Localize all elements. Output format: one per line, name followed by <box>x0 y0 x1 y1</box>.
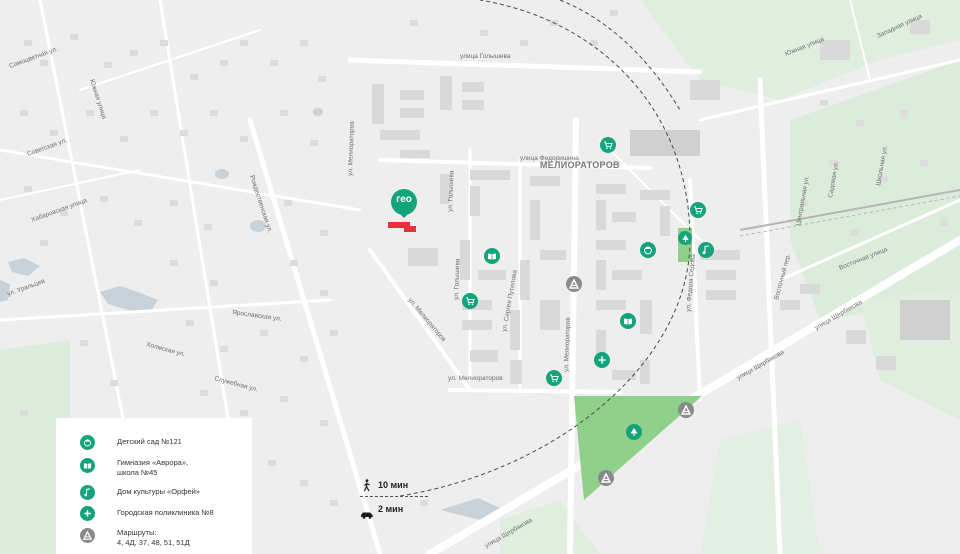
legend-item-culture: Дом культуры «Орфей» <box>80 485 200 500</box>
book-icon <box>80 458 95 473</box>
legend-panel: Детский сад №121 Гимназия «Аврора», школ… <box>56 418 252 554</box>
walk-icon <box>362 479 372 497</box>
bus-stop-icon[interactable] <box>598 470 614 486</box>
music-note-icon <box>80 485 95 500</box>
car-time-label: 2 мин <box>378 504 404 514</box>
walk-time-label: 10 мин <box>378 480 409 490</box>
music-note-icon[interactable] <box>698 242 714 258</box>
cross-icon[interactable] <box>594 352 610 368</box>
legend-label: Дом культуры «Орфей» <box>117 487 200 496</box>
street-label: Служебная ул. <box>213 374 258 393</box>
shopping-cart-icon[interactable] <box>600 137 616 153</box>
cross-icon <box>80 506 95 521</box>
tree-icon[interactable] <box>626 424 642 440</box>
street-label: Ярославская ул. <box>232 309 283 323</box>
car-time-row: 2 мин <box>360 504 404 519</box>
bus-stop-icon[interactable] <box>678 402 694 418</box>
project-location-pin[interactable]: гео <box>386 188 422 232</box>
travel-time-panel: 10 мин 2 мин <box>360 478 430 520</box>
legend-label: Гимназия «Аврора», школа №45 <box>117 458 189 477</box>
map-canvas[interactable]: улица Голышева улица Федоришина ул. Голы… <box>0 0 960 554</box>
book-icon[interactable] <box>620 313 636 329</box>
street-label: Советская ул. <box>26 137 68 158</box>
legend-item-kindergarten: Детский сад №121 <box>80 435 182 450</box>
legend-item-clinic: Городская поликлиника №8 <box>80 506 214 521</box>
legend-label: Маршруты: 4, 4Д, 37, 48, 51, 51Д <box>117 528 190 547</box>
street-label: ул. Голышева <box>453 258 461 300</box>
book-icon[interactable] <box>484 248 500 264</box>
car-icon <box>360 506 374 524</box>
street-label: ул. Мелиораторов <box>406 297 447 344</box>
kindergarten-icon <box>80 435 95 450</box>
shopping-cart-icon[interactable] <box>462 293 478 309</box>
street-label: ул. Мелиораторов <box>448 375 503 382</box>
geo-logo-text: гео <box>396 194 412 205</box>
legend-label: Городская поликлиника №8 <box>117 508 214 517</box>
bus-stop-icon <box>80 528 95 543</box>
legend-label: Детский сад №121 <box>117 437 182 446</box>
street-label: ул. Голышева <box>447 170 455 212</box>
street-label: ул. Мелиораторов <box>347 121 356 176</box>
street-label: Холмская ул. <box>145 341 186 358</box>
district-label: МЕЛИОРАТОРОВ <box>540 160 620 170</box>
shopping-cart-icon[interactable] <box>690 202 706 218</box>
walk-time-row: 10 мин <box>360 479 409 492</box>
bus-stop-icon[interactable] <box>566 276 582 292</box>
street-label: ул. Уральцев <box>6 278 46 298</box>
street-label: улица Голышева <box>460 53 511 60</box>
kindergarten-icon[interactable] <box>640 242 656 258</box>
legend-item-school: Гимназия «Аврора», школа №45 <box>80 458 188 478</box>
legend-item-routes: Маршруты: 4, 4Д, 37, 48, 51, 51Д <box>80 528 190 548</box>
shopping-cart-icon[interactable] <box>546 370 562 386</box>
divider <box>360 496 428 497</box>
tree-icon[interactable] <box>678 231 692 245</box>
street-label: Хабаровская улица <box>30 196 88 224</box>
